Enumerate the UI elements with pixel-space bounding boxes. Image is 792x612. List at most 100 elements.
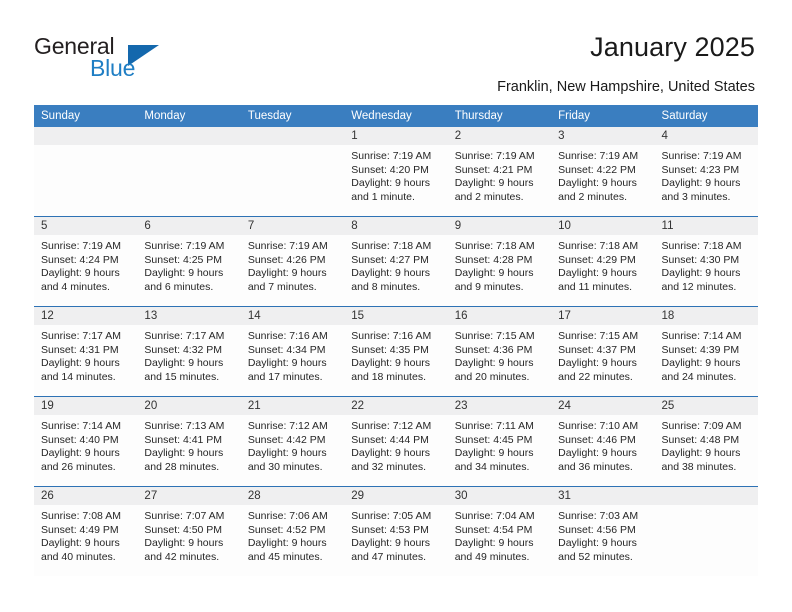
sunrise-time: Sunrise: 7:18 AM [661, 240, 742, 252]
sunset-time: Sunset: 4:48 PM [661, 433, 740, 446]
day-number: 10 [551, 217, 655, 235]
calendar-day-cell[interactable]: 27 Sunrise: 7:07 AM Sunset: 4:50 PM Dayligh… [137, 486, 241, 576]
sunset-time: Sunset: 4:31 PM [41, 343, 119, 356]
day-details: Sunrise: 7:04 AM Sunset: 4:54 PM Daylight:… [448, 505, 551, 564]
day-number: 12 [34, 307, 138, 325]
daylight-duration: Daylight: 9 hours and 6 minutes. [144, 267, 224, 293]
calendar-day-cell[interactable]: 18 Sunrise: 7:14 AM Sunset: 4:39 PM Dayligh… [654, 306, 758, 397]
calendar-day-cell[interactable]: 28 Sunrise: 7:06 AM Sunset: 4:52 PM Dayligh… [240, 486, 345, 576]
sunset-time: Sunset: 4:50 PM [144, 523, 223, 536]
sunrise-time: Sunrise: 7:06 AM [247, 510, 328, 522]
calendar-day-cell[interactable]: 25 Sunrise: 7:09 AM Sunset: 4:48 PM Dayligh… [654, 396, 758, 487]
day-details: Sunrise: 7:17 AM Sunset: 4:31 PM Daylight:… [34, 325, 137, 384]
day-number: 15 [344, 307, 448, 325]
day-number: 14 [240, 307, 345, 325]
daylight-duration: Daylight: 9 hours and 18 minutes. [351, 357, 431, 383]
calendar-day-cell[interactable]: 1 Sunrise: 7:19 AM Sunset: 4:20 PM Daylight… [344, 127, 448, 217]
calendar-week-row: 26 Sunrise: 7:08 AM Sunset: 4:49 PM Dayligh… [34, 486, 758, 576]
sunset-time: Sunset: 4:28 PM [454, 253, 533, 266]
day-details: Sunrise: 7:08 AM Sunset: 4:49 PM Daylight:… [34, 505, 137, 564]
day-cell-inner: 11 Sunrise: 7:18 AM Sunset: 4:30 PM Dayligh… [654, 217, 758, 306]
sunrise-time: Sunrise: 7:18 AM [454, 240, 535, 252]
calendar-day-cell[interactable]: 12 Sunrise: 7:17 AM Sunset: 4:31 PM Dayligh… [34, 306, 138, 397]
calendar-day-cell[interactable]: 29 Sunrise: 7:05 AM Sunset: 4:53 PM Dayligh… [344, 486, 448, 576]
sunset-time: Sunset: 4:25 PM [144, 253, 223, 266]
day-cell-inner: 1 Sunrise: 7:19 AM Sunset: 4:20 PM Daylight… [344, 127, 448, 216]
daylight-duration: Daylight: 9 hours and 20 minutes. [454, 357, 534, 383]
calendar-day-cell[interactable]: 2 Sunrise: 7:19 AM Sunset: 4:21 PM Daylight… [447, 127, 552, 217]
calendar-day-cell[interactable]: 11 Sunrise: 7:18 AM Sunset: 4:30 PM Dayligh… [654, 216, 758, 307]
day-details: Sunrise: 7:14 AM Sunset: 4:40 PM Daylight:… [34, 415, 137, 474]
day-number: 16 [447, 307, 552, 325]
day-cell-inner: 23 Sunrise: 7:11 AM Sunset: 4:45 PM Dayligh… [447, 397, 552, 486]
calendar-day-cell[interactable]: 15 Sunrise: 7:16 AM Sunset: 4:35 PM Dayligh… [344, 306, 448, 397]
day-number: 18 [654, 307, 758, 325]
calendar-day-cell[interactable]: 20 Sunrise: 7:13 AM Sunset: 4:41 PM Dayligh… [137, 396, 241, 487]
calendar-day-cell[interactable]: 23 Sunrise: 7:11 AM Sunset: 4:45 PM Dayligh… [447, 396, 552, 487]
sunset-time: Sunset: 4:35 PM [351, 343, 429, 356]
calendar-day-cell[interactable]: 8 Sunrise: 7:18 AM Sunset: 4:27 PM Daylight… [344, 216, 448, 307]
day-details: Sunrise: 7:06 AM Sunset: 4:52 PM Daylight:… [241, 505, 344, 564]
day-number: 21 [240, 397, 345, 415]
calendar-day-cell[interactable]: 7 Sunrise: 7:19 AM Sunset: 4:26 PM Daylight… [240, 216, 345, 307]
calendar-day-cell[interactable]: 30 Sunrise: 7:04 AM Sunset: 4:54 PM Dayligh… [447, 486, 552, 576]
sunrise-time: Sunrise: 7:11 AM [454, 420, 534, 432]
sunrise-time: Sunrise: 7:16 AM [351, 330, 432, 342]
day-cell-inner: 18 Sunrise: 7:14 AM Sunset: 4:39 PM Dayligh… [654, 307, 758, 396]
daylight-duration: Daylight: 9 hours and 3 minutes. [661, 177, 741, 203]
daylight-duration: Daylight: 9 hours and 4 minutes. [41, 267, 120, 293]
sunset-time: Sunset: 4:54 PM [454, 523, 533, 536]
sunrise-time: Sunrise: 7:19 AM [454, 150, 535, 162]
day-cell-inner: 24 Sunrise: 7:10 AM Sunset: 4:46 PM Dayligh… [551, 397, 655, 486]
calendar-day-cell[interactable]: 31 Sunrise: 7:03 AM Sunset: 4:56 PM Dayligh… [551, 486, 655, 576]
day-number: 5 [34, 217, 138, 235]
daylight-duration: Daylight: 9 hours and 28 minutes. [144, 447, 224, 473]
sunrise-time: Sunrise: 7:19 AM [144, 240, 225, 252]
daylight-duration: Daylight: 9 hours and 26 minutes. [41, 447, 120, 473]
calendar-day-cell[interactable]: 16 Sunrise: 7:15 AM Sunset: 4:36 PM Dayligh… [447, 306, 552, 397]
day-details: Sunrise: 7:19 AM Sunset: 4:24 PM Daylight:… [34, 235, 137, 294]
calendar-day-cell[interactable]: 19 Sunrise: 7:14 AM Sunset: 4:40 PM Dayligh… [34, 396, 138, 487]
calendar-day-cell[interactable]: 6 Sunrise: 7:19 AM Sunset: 4:25 PM Daylight… [137, 216, 241, 307]
brand-logo[interactable]: General Blue [34, 33, 254, 88]
daylight-duration: Daylight: 9 hours and 52 minutes. [558, 537, 637, 563]
calendar-day-cell[interactable]: 3 Sunrise: 7:19 AM Sunset: 4:22 PM Daylight… [551, 127, 655, 217]
calendar-day-cell[interactable]: 9 Sunrise: 7:18 AM Sunset: 4:28 PM Daylight… [447, 216, 552, 307]
day-cell-inner: 17 Sunrise: 7:15 AM Sunset: 4:37 PM Dayligh… [551, 307, 655, 396]
day-number: 19 [34, 397, 138, 415]
sunset-time: Sunset: 4:30 PM [661, 253, 740, 266]
calendar-day-cell[interactable]: 26 Sunrise: 7:08 AM Sunset: 4:49 PM Dayligh… [34, 486, 138, 576]
day-cell-inner: 15 Sunrise: 7:16 AM Sunset: 4:35 PM Dayligh… [344, 307, 448, 396]
calendar-day-cell[interactable]: 13 Sunrise: 7:17 AM Sunset: 4:32 PM Dayligh… [137, 306, 241, 397]
sunset-time: Sunset: 4:21 PM [454, 163, 533, 176]
day-number: 27 [137, 487, 241, 505]
calendar-day-cell[interactable]: 5 Sunrise: 7:19 AM Sunset: 4:24 PM Daylight… [34, 216, 138, 307]
sunset-time: Sunset: 4:26 PM [247, 253, 326, 266]
daylight-duration: Daylight: 9 hours and 38 minutes. [661, 447, 741, 473]
day-cell-inner: 3 Sunrise: 7:19 AM Sunset: 4:22 PM Daylight… [551, 127, 655, 216]
sunrise-time: Sunrise: 7:15 AM [454, 330, 535, 342]
calendar-day-cell[interactable]: 17 Sunrise: 7:15 AM Sunset: 4:37 PM Dayligh… [551, 306, 655, 397]
sunset-time: Sunset: 4:42 PM [247, 433, 326, 446]
day-number: 20 [137, 397, 241, 415]
sunset-time: Sunset: 4:23 PM [661, 163, 740, 176]
day-number: 13 [137, 307, 241, 325]
calendar-day-cell[interactable]: 4 Sunrise: 7:19 AM Sunset: 4:23 PM Daylight… [654, 127, 758, 217]
day-number [34, 127, 138, 145]
calendar-day-cell[interactable]: 14 Sunrise: 7:16 AM Sunset: 4:34 PM Dayligh… [240, 306, 345, 397]
day-details: Sunrise: 7:15 AM Sunset: 4:37 PM Daylight:… [551, 325, 654, 384]
day-cell-inner: 28 Sunrise: 7:06 AM Sunset: 4:52 PM Dayligh… [240, 487, 345, 576]
day-number: 25 [654, 397, 758, 415]
day-details: Sunrise: 7:16 AM Sunset: 4:35 PM Daylight:… [344, 325, 447, 384]
day-cell-inner: 25 Sunrise: 7:09 AM Sunset: 4:48 PM Dayligh… [654, 397, 758, 486]
daylight-duration: Daylight: 9 hours and 22 minutes. [558, 357, 637, 383]
calendar-day-cell[interactable]: 22 Sunrise: 7:12 AM Sunset: 4:44 PM Dayligh… [344, 396, 448, 487]
calendar-day-cell[interactable]: 21 Sunrise: 7:12 AM Sunset: 4:42 PM Dayligh… [240, 396, 345, 487]
sunset-time: Sunset: 4:36 PM [454, 343, 533, 356]
sunset-time: Sunset: 4:27 PM [351, 253, 429, 266]
day-number: 4 [654, 127, 758, 145]
sunset-time: Sunset: 4:24 PM [41, 253, 119, 266]
daylight-duration: Daylight: 9 hours and 40 minutes. [41, 537, 120, 563]
calendar-day-cell[interactable]: 24 Sunrise: 7:10 AM Sunset: 4:46 PM Dayligh… [551, 396, 655, 487]
calendar-day-cell[interactable]: 10 Sunrise: 7:18 AM Sunset: 4:29 PM Dayligh… [551, 216, 655, 307]
